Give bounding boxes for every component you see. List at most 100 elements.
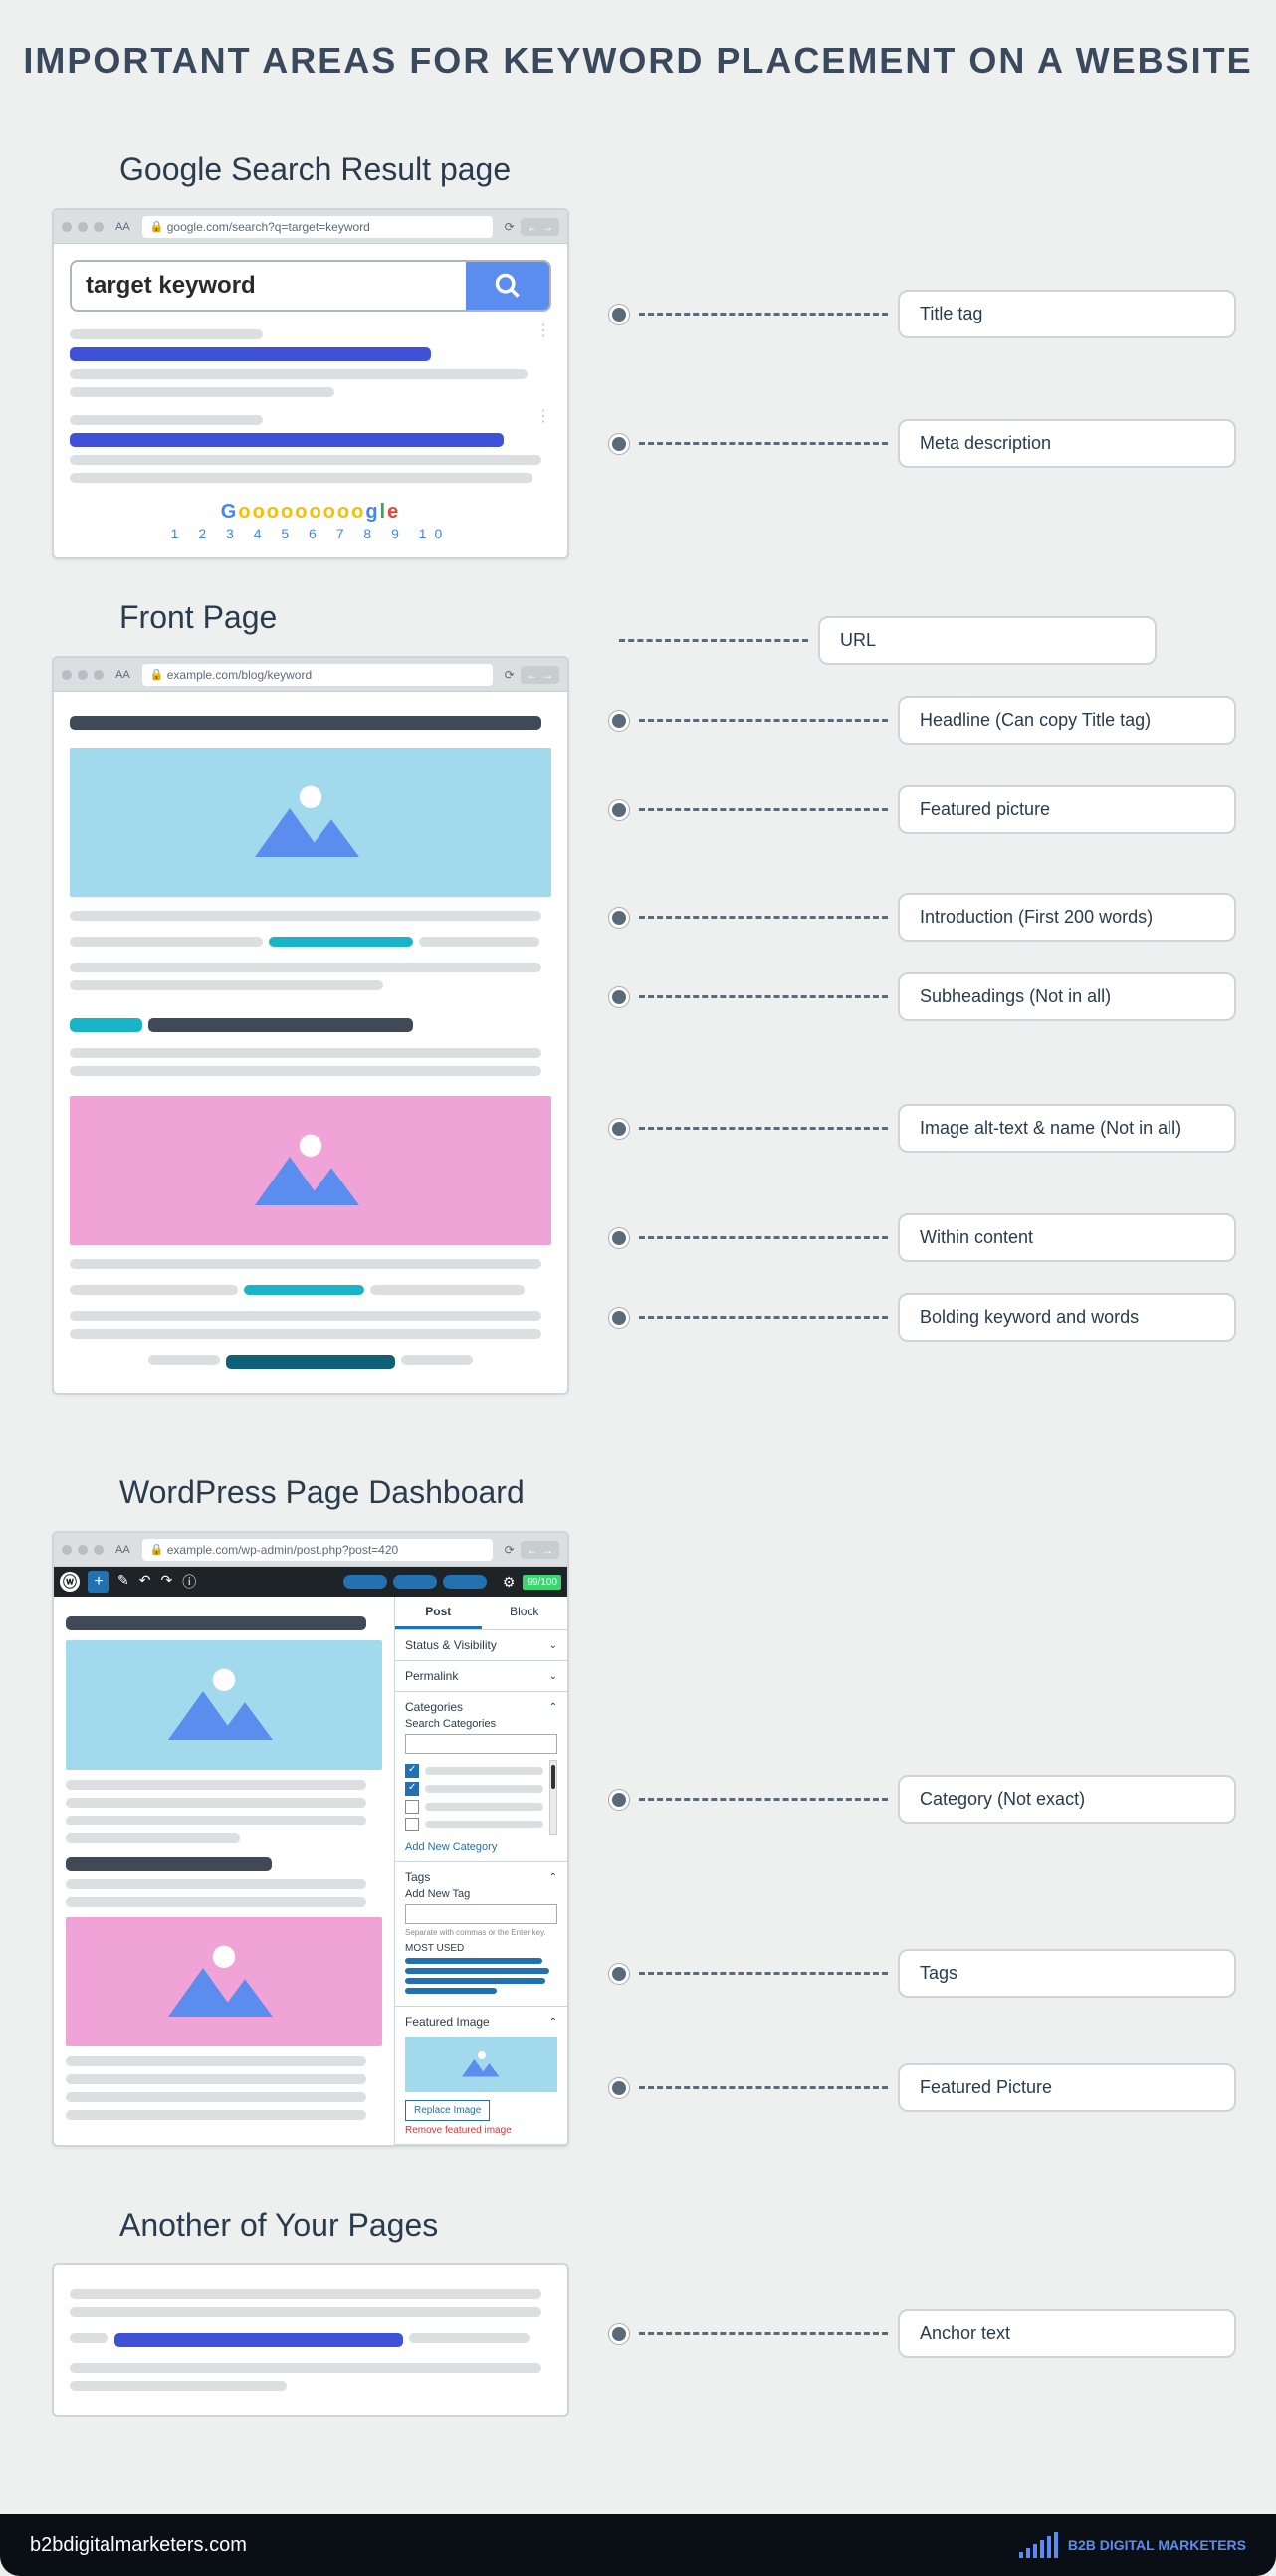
pagination-numbers: 1 2 3 4 5 6 7 8 9 10 xyxy=(70,526,551,541)
refresh-icon: ⟳ xyxy=(505,220,515,234)
chevron-up-icon: ⌃ xyxy=(549,2017,557,2028)
wp-replace-image-button: Replace Image xyxy=(405,2100,490,2121)
callout-headline: Headline (Can copy Title tag) xyxy=(898,696,1236,745)
google-pagination: Gooooooooogle 1 2 3 4 5 6 7 8 9 10 xyxy=(70,501,551,541)
callout-category: Category (Not exact) xyxy=(898,1775,1236,1824)
content-image-placeholder xyxy=(70,1096,551,1245)
footer-site: b2bdigitalmarketers.com xyxy=(30,2534,247,2557)
serp-url: google.com/search?q=target=keyword xyxy=(167,220,370,234)
wp-browser-mock: AA 🔒 example.com/wp-admin/post.php?post=… xyxy=(52,1531,569,2147)
connector-dot xyxy=(609,987,629,1007)
wp-featured-thumbnail xyxy=(405,2037,557,2092)
text-size-icon: AA xyxy=(115,1544,130,1556)
wp-tab-post: Post xyxy=(395,1597,482,1629)
wp-url: example.com/wp-admin/post.php?post=420 xyxy=(167,1543,398,1557)
callout-meta-description: Meta description xyxy=(898,419,1236,468)
edit-icon: ✎ xyxy=(117,1572,129,1592)
featured-image-placeholder xyxy=(70,748,551,897)
connector-dot xyxy=(609,1964,629,1984)
wp-heading: WordPress Page Dashboard xyxy=(119,1474,1276,1511)
serp-browser-mock: AA 🔒 google.com/search?q=target=keyword … xyxy=(52,208,569,559)
callout-within-content: Within content xyxy=(898,1213,1236,1262)
lock-icon: 🔒 xyxy=(150,668,164,681)
redo-icon: ↷ xyxy=(160,1572,172,1592)
callout-title-tag: Title tag xyxy=(898,290,1236,338)
callout-subheadings: Subheadings (Not in all) xyxy=(898,972,1236,1021)
connector-dot xyxy=(609,305,629,324)
connector-dot xyxy=(609,1228,629,1248)
callout-featured-picture-wp: Featured Picture xyxy=(898,2063,1236,2112)
chevron-down-icon: ⌄ xyxy=(549,1671,557,1682)
connector-dot xyxy=(609,1790,629,1810)
wp-featured-label: Featured Image xyxy=(405,2015,490,2029)
serp-heading: Google Search Result page xyxy=(119,151,1276,188)
callout-alt-text: Image alt-text & name (Not in all) xyxy=(898,1104,1236,1153)
search-input: target keyword xyxy=(72,262,466,310)
page-title: IMPORTANT AREAS FOR KEYWORD PLACEMENT ON… xyxy=(0,0,1276,111)
callout-featured-picture: Featured picture xyxy=(898,785,1236,834)
refresh-icon: ⟳ xyxy=(505,1543,515,1557)
wp-permalink-label: Permalink xyxy=(405,1669,458,1683)
serp-row: AA 🔒 google.com/search?q=target=keyword … xyxy=(0,208,1276,559)
checkbox-checked-icon xyxy=(405,1782,419,1796)
wp-tag-hint: Separate with commas or the Enter key. xyxy=(405,1928,557,1937)
chevron-up-icon: ⌃ xyxy=(549,1702,557,1713)
add-block-icon: + xyxy=(88,1571,109,1593)
wp-tab-block: Block xyxy=(482,1597,568,1629)
checkbox-icon xyxy=(405,1800,419,1814)
wp-add-category-link: Add New Category xyxy=(405,1841,557,1853)
wp-categories-label: Categories xyxy=(405,1700,463,1714)
undo-icon: ↶ xyxy=(139,1572,151,1592)
wp-most-used-label: MOST USED xyxy=(405,1943,557,1954)
callout-url: URL xyxy=(818,616,1157,665)
wp-sidebar-panel: Post Block Status & Visibility ⌄ Permalin… xyxy=(394,1597,567,2145)
connector-dot xyxy=(609,434,629,454)
wp-status-label: Status & Visibility xyxy=(405,1638,497,1652)
chevron-down-icon: ⌄ xyxy=(549,1640,557,1651)
more-icon: ⋮ xyxy=(535,415,551,419)
another-page-mock xyxy=(52,2263,569,2417)
scrollbar-icon xyxy=(549,1760,557,1835)
connector-dot xyxy=(609,2324,629,2344)
callout-introduction: Introduction (First 200 words) xyxy=(898,893,1236,942)
refresh-icon: ⟳ xyxy=(505,668,515,682)
front-row: AA 🔒 example.com/blog/keyword ⟳ ← → xyxy=(0,656,1276,1395)
wp-tags-label: Tags xyxy=(405,1870,430,1884)
footer: b2bdigitalmarketers.com B2B DIGITAL MARK… xyxy=(0,2514,1276,2576)
another-heading: Another of Your Pages xyxy=(119,2207,1276,2244)
info-icon: ⓘ xyxy=(182,1572,196,1592)
another-row: Anchor text xyxy=(0,2263,1276,2417)
connector-dot xyxy=(609,711,629,731)
text-size-icon: AA xyxy=(115,669,130,681)
nav-arrows-icon: ← → xyxy=(521,666,559,684)
lock-icon: 🔒 xyxy=(150,1543,164,1556)
footer-brand: B2B DIGITAL MARKETERS xyxy=(1019,2532,1246,2558)
settings-icon: ⚙ xyxy=(503,1574,516,1591)
connector-dot xyxy=(609,1308,629,1328)
connector-dot xyxy=(609,2078,629,2098)
wp-row: AA 🔒 example.com/wp-admin/post.php?post=… xyxy=(0,1531,1276,2147)
checkbox-icon xyxy=(405,1818,419,1831)
front-browser-mock: AA 🔒 example.com/blog/keyword ⟳ ← → xyxy=(52,656,569,1395)
callout-anchor-text: Anchor text xyxy=(898,2309,1236,2358)
wp-featured-area xyxy=(66,1640,382,1770)
seo-score-badge: 99/100 xyxy=(523,1575,561,1590)
connector-dot xyxy=(609,1119,629,1139)
wp-content-image xyxy=(66,1917,382,2046)
front-url: example.com/blog/keyword xyxy=(167,668,312,682)
wp-toolbar: ⓦ + ✎ ↶ ↷ ⓘ ⚙ 99/100 xyxy=(54,1567,567,1597)
wp-remove-image-link: Remove featured image xyxy=(405,2125,557,2136)
wp-search-cat-input xyxy=(405,1734,557,1754)
callout-tags: Tags xyxy=(898,1949,1236,1998)
bars-chart-icon xyxy=(1019,2532,1058,2558)
lock-icon: 🔒 xyxy=(150,220,164,233)
more-icon: ⋮ xyxy=(535,329,551,333)
text-size-icon: AA xyxy=(115,221,130,233)
wp-search-cat-label: Search Categories xyxy=(405,1718,557,1730)
wordpress-logo-icon: ⓦ xyxy=(60,1572,80,1592)
wp-add-tag-input xyxy=(405,1904,557,1924)
callout-bolding: Bolding keyword and words xyxy=(898,1293,1236,1342)
search-box: target keyword xyxy=(70,260,551,312)
wp-add-tag-label: Add New Tag xyxy=(405,1888,557,1900)
nav-arrows-icon: ← → xyxy=(521,1541,559,1559)
